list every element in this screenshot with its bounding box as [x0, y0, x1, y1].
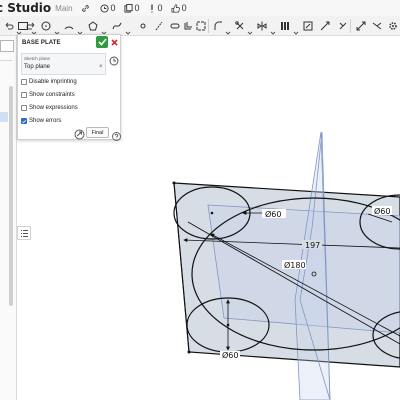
dimension-top-left[interactable]: Ø60	[265, 209, 281, 219]
sketch-point[interactable]	[187, 350, 191, 354]
checkbox-checked[interactable]	[21, 118, 27, 124]
rollback-icon[interactable]	[74, 127, 85, 140]
option-label: Disable imprinting	[29, 79, 77, 85]
checkbox[interactable]	[21, 79, 27, 85]
sketch-point[interactable]	[172, 181, 176, 185]
option-show-expressions[interactable]: Show expressions	[21, 104, 78, 112]
dimension-bottom-left[interactable]: Ø60	[222, 350, 238, 360]
option-show-errors[interactable]: Show errors	[21, 117, 61, 125]
sketch-list-icon[interactable]	[17, 226, 31, 240]
option-label: Show constraints	[29, 92, 75, 98]
checkbox[interactable]	[21, 92, 27, 98]
checkmark-icon	[97, 38, 107, 46]
sketch-plane-value[interactable]: Top plane	[24, 64, 50, 70]
help-icon[interactable]	[112, 128, 121, 141]
view-normal-icon[interactable]	[109, 53, 119, 66]
dialog-title: BASE PLATE	[22, 40, 61, 46]
option-label: Show errors	[29, 118, 62, 124]
dimension-center-circle[interactable]: Ø180	[284, 260, 306, 270]
option-label: Show expressions	[29, 105, 78, 111]
final-button[interactable]: Final	[86, 127, 109, 138]
checkmark-icon	[22, 119, 26, 123]
option-disable-imprinting[interactable]: Disable imprinting	[21, 78, 77, 86]
dimension-top-right[interactable]: Ø60	[374, 206, 390, 216]
dimension-width[interactable]: 197	[305, 241, 320, 250]
sketch-plane-label: Sketch plane	[24, 56, 51, 61]
cancel-button[interactable]	[109, 36, 120, 48]
close-icon	[111, 38, 118, 46]
sketch-point[interactable]	[210, 211, 214, 215]
sketch-plane-field[interactable]: Sketch plane Top plane ×	[21, 53, 106, 75]
clear-plane-icon[interactable]: ×	[99, 64, 103, 70]
sketch-feature-dialog: BASE PLATE Sketch plane Top plane × Disa…	[17, 34, 121, 141]
checkbox[interactable]	[21, 105, 27, 111]
accept-button[interactable]	[96, 36, 108, 48]
option-show-constraints[interactable]: Show constraints	[21, 91, 75, 99]
sketch-point[interactable]	[226, 323, 230, 327]
